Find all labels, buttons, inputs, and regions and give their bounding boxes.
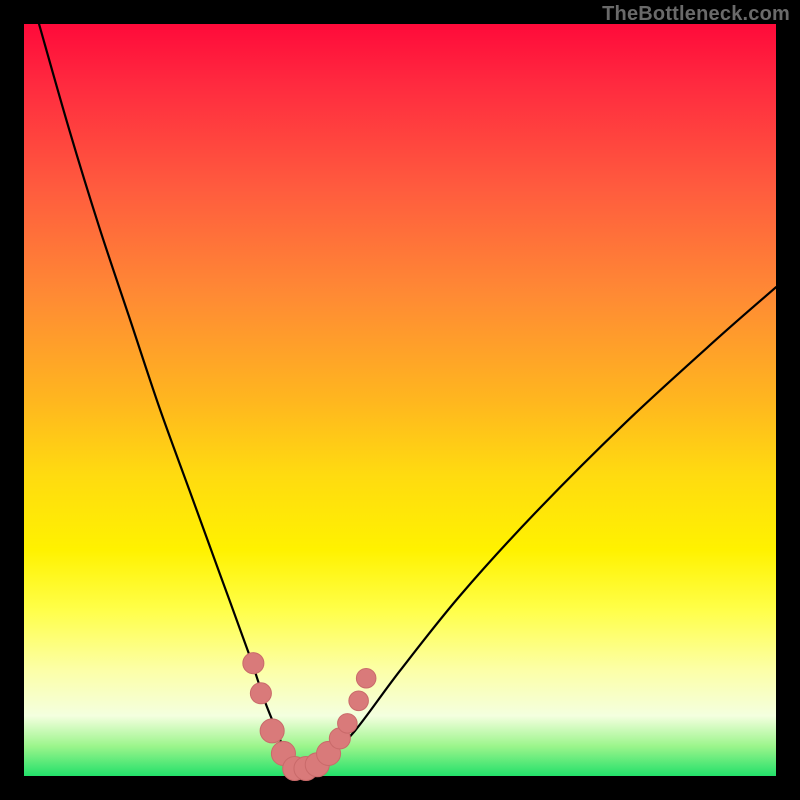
curve-marker xyxy=(338,714,358,734)
curve-marker xyxy=(356,668,376,688)
curve-marker xyxy=(349,691,369,711)
curve-marker xyxy=(250,683,271,704)
curve-marker xyxy=(260,719,284,743)
curve-marker xyxy=(243,653,264,674)
chart-svg xyxy=(24,24,776,776)
watermark-text: TheBottleneck.com xyxy=(602,3,790,26)
bottleneck-curve xyxy=(39,24,776,769)
curve-markers xyxy=(243,653,376,781)
chart-canvas xyxy=(24,24,776,776)
